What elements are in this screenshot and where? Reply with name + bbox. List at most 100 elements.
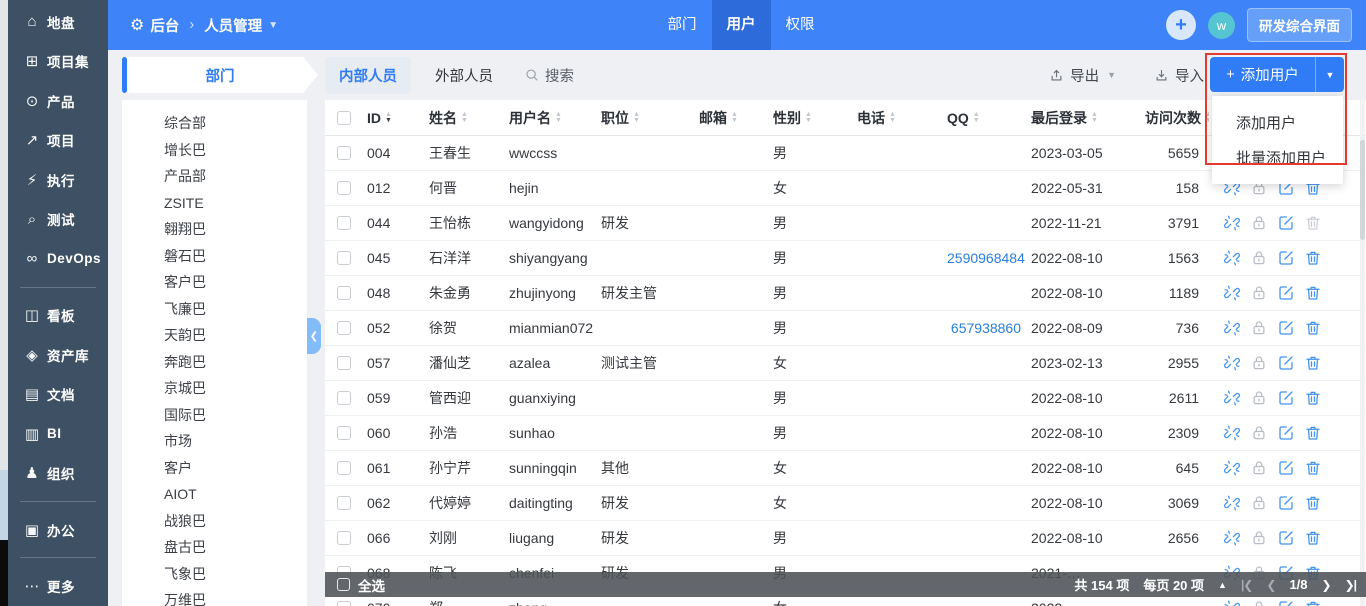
add-user-dropdown-toggle[interactable]: ▼ [1315,57,1344,92]
sidebar-item[interactable]: ◫ 看板 [8,295,108,335]
add-user-menu-item[interactable]: 添加用户 [1212,105,1343,140]
lock-icon[interactable] [1250,249,1268,267]
row-checkbox[interactable] [337,356,351,370]
edit-icon[interactable] [1277,459,1295,477]
sidebar-item[interactable]: ⊞ 项目集 [8,42,108,82]
edit-icon[interactable] [1277,284,1295,302]
column-header[interactable]: 访问次数 ▲ ▼ [1145,108,1209,128]
sidebar-item[interactable]: ♟ 组织 [8,453,108,493]
edit-icon[interactable] [1277,389,1295,407]
per-page-caret-icon[interactable]: ▲ [1218,580,1227,590]
unlink-icon[interactable] [1223,319,1241,337]
trash-icon[interactable] [1304,284,1322,302]
sort-icon[interactable]: ▲ ▼ [385,111,392,124]
sidebar-item[interactable]: ⌕ 测试 [8,200,108,240]
row-checkbox[interactable] [337,531,351,545]
topbar-tab[interactable]: 用户 [711,0,771,50]
column-header[interactable]: 姓名 ▲ ▼ [429,108,509,128]
sort-icon[interactable]: ▲ ▼ [1091,111,1098,124]
edit-icon[interactable] [1277,494,1295,512]
per-page-selector[interactable]: 每页 20 项 [1143,575,1204,594]
dept-item[interactable]: 综合部 [164,110,307,137]
dept-item[interactable]: 客户 [164,455,307,482]
column-header[interactable]: QQ ▲ ▼ [947,110,1031,126]
dept-item[interactable]: 飞象巴 [164,561,307,588]
edit-icon[interactable] [1277,214,1295,232]
unlink-icon[interactable] [1223,214,1241,232]
row-checkbox[interactable] [337,181,351,195]
lock-icon[interactable] [1250,599,1268,606]
cell-qq[interactable]: 2590968484 [947,250,1031,266]
lock-icon[interactable] [1250,284,1268,302]
dept-item[interactable]: 增长巴 [164,137,307,164]
add-user-menu-item[interactable]: 批量添加用户 [1212,140,1343,175]
topbar-tab[interactable]: 部门 [653,0,712,50]
lock-icon[interactable] [1250,214,1268,232]
trash-icon[interactable] [1304,459,1322,477]
unlink-icon[interactable] [1223,284,1241,302]
last-page-icon[interactable]: ❯| [1345,578,1357,592]
dept-item[interactable]: 飞廉巴 [164,296,307,323]
dept-item[interactable]: 国际巴 [164,402,307,429]
lock-icon[interactable] [1250,459,1268,477]
unlink-icon[interactable] [1223,424,1241,442]
sort-icon[interactable]: ▲ ▼ [731,111,738,124]
breadcrumb-section[interactable]: 后台 [150,15,179,36]
sidebar-item[interactable]: ⋯ 更多 [8,566,108,606]
sidebar-item[interactable]: ◈ 资产库 [8,335,108,375]
unlink-icon[interactable] [1223,529,1241,547]
sidebar-item[interactable]: ▤ 文档 [8,374,108,414]
first-page-icon[interactable]: |❮ [1241,578,1253,592]
cell-qq[interactable]: 657938860 [947,320,1031,336]
dept-item[interactable]: 天韵巴 [164,322,307,349]
lock-icon[interactable] [1250,354,1268,372]
avatar[interactable]: w [1208,11,1235,39]
sidebar-item[interactable]: ⚡ 执行 [8,160,108,200]
dept-item[interactable]: ZSITE [164,190,307,217]
column-header[interactable]: 用户名 ▲ ▼ [509,108,601,128]
people-tab[interactable]: 外部人员 [421,57,507,94]
dept-item[interactable]: AIOT [164,481,307,508]
sidebar-item[interactable]: ↗ 项目 [8,121,108,161]
breadcrumb-page[interactable]: 人员管理 [204,15,262,36]
row-checkbox[interactable] [337,391,351,405]
sidebar-item[interactable]: ∞ DevOps [8,239,108,279]
edit-icon[interactable] [1277,424,1295,442]
row-checkbox[interactable] [337,426,351,440]
dept-tab-header[interactable]: 部门 [122,57,318,93]
edit-icon[interactable] [1277,249,1295,267]
lock-icon[interactable] [1250,529,1268,547]
unlink-icon[interactable] [1223,459,1241,477]
sort-icon[interactable]: ▲ ▼ [973,111,980,124]
unlink-icon[interactable] [1223,354,1241,372]
topbar-tab[interactable]: 权限 [771,0,830,50]
trash-icon[interactable] [1304,389,1322,407]
next-page-icon[interactable]: ❯ [1322,578,1332,592]
row-checkbox[interactable] [337,216,351,230]
column-header[interactable]: 最后登录 ▲ ▼ [1031,108,1145,128]
trash-icon[interactable] [1304,529,1322,547]
row-checkbox[interactable] [337,251,351,265]
sort-icon[interactable]: ▲ ▼ [633,111,640,124]
chevron-down-icon[interactable]: ▼ [268,20,278,31]
sort-icon[interactable]: ▲ ▼ [805,111,812,124]
unlink-icon[interactable] [1223,389,1241,407]
sort-icon[interactable]: ▲ ▼ [461,111,468,124]
dept-item[interactable]: 翱翔巴 [164,216,307,243]
sort-icon[interactable]: ▲ ▼ [1205,111,1209,124]
trash-icon[interactable] [1304,249,1322,267]
dept-item[interactable]: 市场 [164,428,307,455]
unlink-icon[interactable] [1223,249,1241,267]
row-checkbox[interactable] [337,146,351,160]
sidebar-item[interactable]: ▥ BI [8,414,108,454]
row-checkbox[interactable] [337,461,351,475]
trash-icon[interactable] [1304,319,1322,337]
trash-icon[interactable] [1304,494,1322,512]
sort-icon[interactable]: ▲ ▼ [555,111,562,124]
sidebar-item[interactable]: ⊙ 产品 [8,81,108,121]
import-button[interactable]: 导入 [1154,65,1204,86]
sidebar-item[interactable]: ⌂ 地盘 [8,2,108,42]
add-user-button[interactable]: + 添加用户 [1210,57,1315,92]
row-checkbox[interactable] [337,601,351,606]
scrollbar-thumb[interactable] [1360,140,1365,240]
